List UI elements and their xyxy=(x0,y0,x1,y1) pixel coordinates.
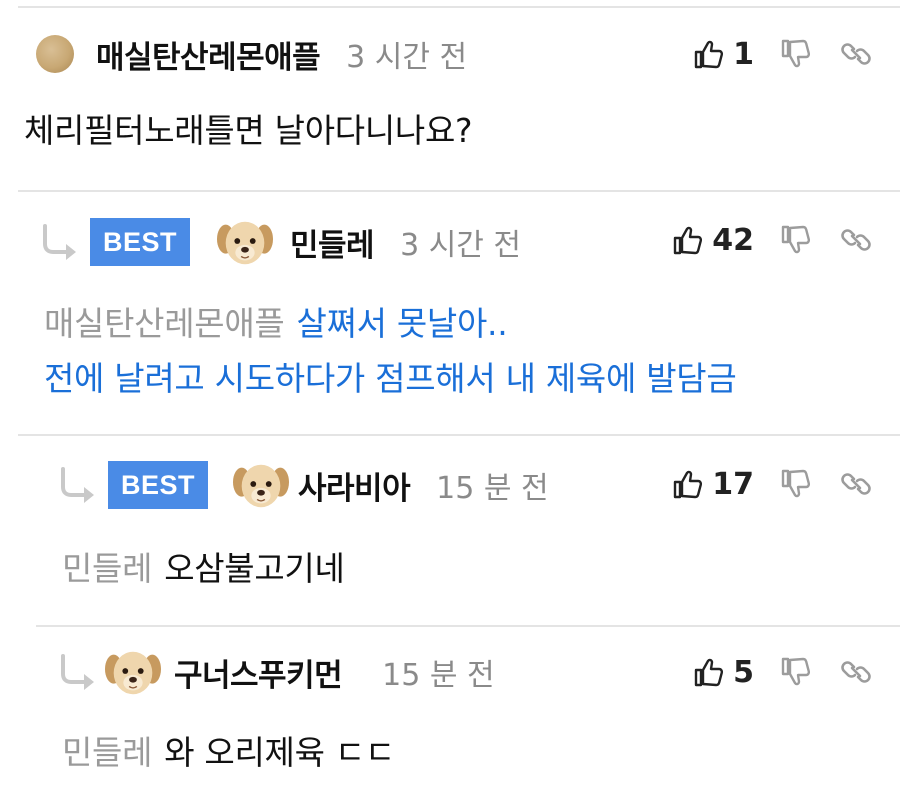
like-count: 42 xyxy=(712,222,754,258)
like-count: 5 xyxy=(733,654,754,690)
comment-body: 오삼불고기네 xyxy=(164,549,345,588)
comment-text: 체리필터노래틀면 날아다니나요? xyxy=(24,104,473,158)
comment-text: 매실탄산레몬애플 살쪄서 못날아.. xyxy=(44,297,508,351)
best-badge: BEST xyxy=(108,461,209,509)
thumbs-up-icon xyxy=(693,38,725,70)
comment-text: 민들레 오삼불고기네 xyxy=(62,542,345,596)
mention[interactable]: 민들레 xyxy=(62,549,152,588)
comment-divider xyxy=(18,434,900,436)
like-button[interactable]: 5 xyxy=(693,655,754,690)
comment-body: 와 오리제육 ㄷㄷ xyxy=(164,733,395,772)
reply-arrow-icon xyxy=(58,465,102,505)
reply-arrow-icon xyxy=(58,652,102,692)
link-icon[interactable] xyxy=(840,656,872,688)
nickname[interactable]: 사라비아 xyxy=(298,463,411,508)
thumbs-up-icon xyxy=(672,224,704,256)
mention[interactable]: 매실탄산레몬애플 xyxy=(44,304,285,343)
link-icon[interactable] xyxy=(840,224,872,256)
link-icon[interactable] xyxy=(840,38,872,70)
timestamp: 3 시간 전 xyxy=(346,40,468,75)
thumbs-down-icon[interactable] xyxy=(780,224,812,256)
top-divider xyxy=(18,6,900,8)
nickname[interactable]: 구너스푸키먼 xyxy=(174,650,343,695)
thumbs-down-icon[interactable] xyxy=(780,656,812,688)
nickname[interactable]: 매실탄산레몬애플 xyxy=(96,32,321,77)
best-badge: BEST xyxy=(90,218,191,266)
timestamp: 15 분 전 xyxy=(436,471,549,506)
thumbs-up-icon xyxy=(672,468,704,500)
comment-body: 체리필터노래틀면 날아다니나요? xyxy=(24,111,473,150)
like-count: 17 xyxy=(712,466,754,502)
comment-actions: 1 xyxy=(693,24,872,84)
comment-text: 민들레 와 오리제육 ㄷㄷ xyxy=(62,726,395,780)
like-count: 1 xyxy=(733,36,754,72)
comment-actions: 17 xyxy=(672,454,872,514)
link-icon[interactable] xyxy=(840,468,872,500)
comment-divider xyxy=(18,190,900,192)
nickname[interactable]: 민들레 xyxy=(290,220,375,265)
avatar[interactable] xyxy=(102,644,164,700)
comment-actions: 5 xyxy=(693,642,872,702)
like-button[interactable]: 42 xyxy=(672,223,754,258)
timestamp: 3 시간 전 xyxy=(400,228,522,263)
mention[interactable]: 민들레 xyxy=(62,733,152,772)
like-button[interactable]: 1 xyxy=(693,37,754,72)
avatar[interactable] xyxy=(230,457,292,513)
avatar[interactable] xyxy=(214,214,276,270)
timestamp: 15 분 전 xyxy=(382,658,495,693)
avatar[interactable] xyxy=(36,35,74,73)
comment-body: 전에 날려고 시도하다가 점프해서 내 제육에 발담금 xyxy=(44,359,737,398)
thumbs-up-icon xyxy=(693,656,725,688)
comment-divider xyxy=(36,625,900,627)
thumbs-down-icon[interactable] xyxy=(780,468,812,500)
comment-text-line2: 전에 날려고 시도하다가 점프해서 내 제육에 발담금 xyxy=(44,352,737,406)
thumbs-down-icon[interactable] xyxy=(780,38,812,70)
reply-arrow-icon xyxy=(40,222,84,262)
comment-body: 살쪄서 못날아.. xyxy=(296,304,508,343)
comment-actions: 42 xyxy=(672,210,872,270)
like-button[interactable]: 17 xyxy=(672,467,754,502)
